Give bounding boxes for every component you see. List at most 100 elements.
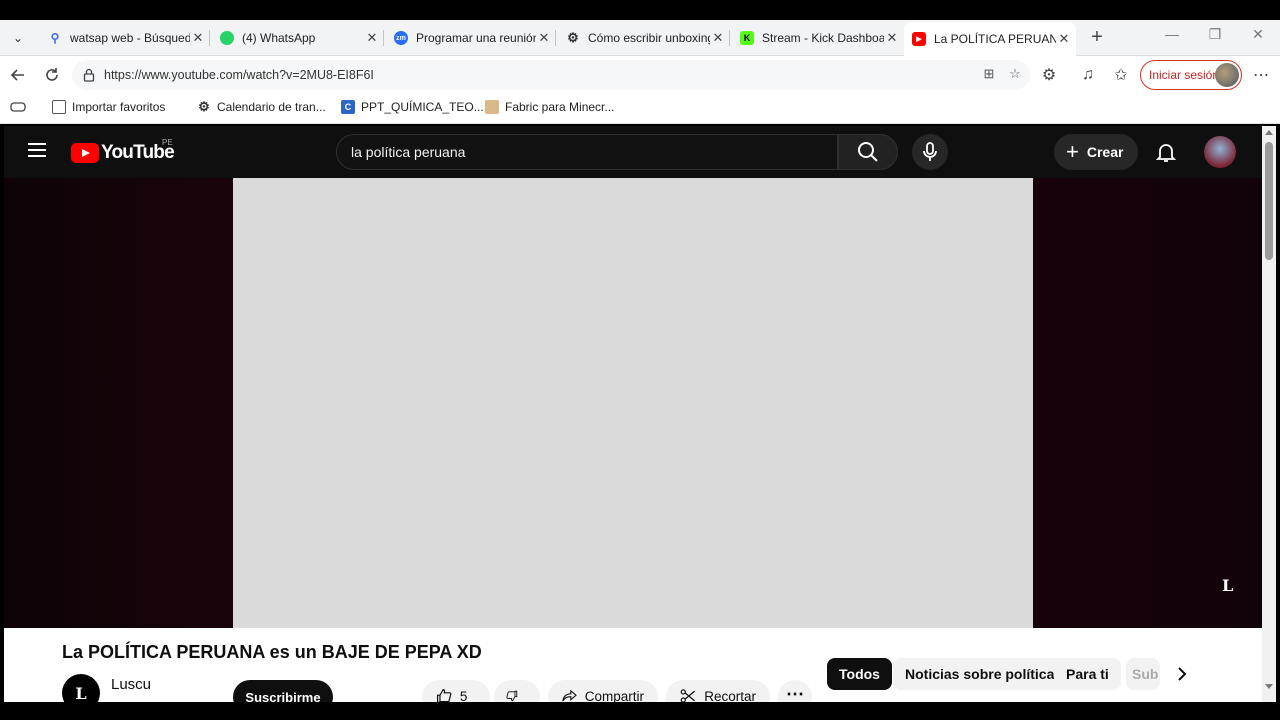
- share-icon: [562, 689, 577, 702]
- back-icon[interactable]: [7, 64, 29, 86]
- lock-icon[interactable]: [82, 68, 96, 82]
- chip-label: Noticias sobre política: [905, 666, 1055, 682]
- scroll-down-icon[interactable]: [1265, 684, 1273, 689]
- close-tab-icon[interactable]: ✕: [190, 30, 206, 46]
- reload-icon[interactable]: [41, 64, 63, 86]
- like-count: 5 K: [459, 689, 468, 702]
- tab-kick[interactable]: K Stream - Kick Dashboard ✕: [732, 24, 904, 52]
- channel-name[interactable]: Luscu: [111, 676, 151, 693]
- openai-icon: ⚙: [198, 99, 210, 114]
- channel-watermark[interactable]: L: [1222, 576, 1233, 595]
- chip-label: Todos: [839, 666, 880, 682]
- voice-search-button[interactable]: [912, 134, 948, 170]
- sign-in-button[interactable]: Iniciar sesión: [1140, 60, 1242, 90]
- bookmark-fabric[interactable]: Fabric para Minecr...: [485, 100, 614, 114]
- video-title: La POLÍTICA PERUANA es un BAJE DE PEPA X…: [62, 642, 482, 662]
- bookmark-label: Importar favoritos: [72, 100, 166, 114]
- tab-title: (4) WhatsApp: [242, 31, 316, 45]
- share-button[interactable]: Compartir: [548, 680, 658, 702]
- browser-window: ⌄ ⚲ watsap web - Búsqueda ✕ (4) WhatsApp…: [0, 0, 1280, 720]
- zoom-icon: zm: [394, 31, 408, 45]
- channel-avatar[interactable]: L: [62, 674, 100, 702]
- tab-title: watsap web - Búsqueda: [70, 31, 190, 45]
- search-input[interactable]: la política peruana: [336, 134, 838, 170]
- search-button[interactable]: [838, 134, 898, 170]
- youtube-icon: ▶: [912, 32, 926, 46]
- create-button[interactable]: + Crear: [1054, 134, 1138, 170]
- scissors-icon: [680, 689, 696, 702]
- chip-label: Sub: [1132, 666, 1159, 682]
- video-info-panel: La POLÍTICA PERUANA es un BAJE DE PEPA X…: [4, 628, 1262, 702]
- address-url[interactable]: https://www.youtube.com/watch?v=2MU8-EI8…: [104, 68, 374, 82]
- search-icon: ⚲: [50, 31, 60, 45]
- chevron-right-icon[interactable]: [1174, 666, 1190, 682]
- dislike-button[interactable]: [494, 680, 540, 702]
- bookmarks-menu-icon[interactable]: [10, 100, 26, 114]
- tab-list-dropdown-icon[interactable]: ⌄: [8, 28, 28, 48]
- scrollbar-thumb[interactable]: [1265, 142, 1273, 260]
- bookmarks-bar: Importar favoritos ⚙ Calendario de tran.…: [0, 94, 1280, 124]
- search-query[interactable]: la política peruana: [351, 144, 465, 160]
- minimize-icon[interactable]: —: [1160, 26, 1184, 42]
- chip-label: Para ti: [1066, 666, 1109, 682]
- app-available-icon[interactable]: ⊞: [980, 66, 998, 84]
- browser-toolbar: https://www.youtube.com/watch?v=2MU8-EI8…: [0, 56, 1280, 94]
- close-tab-icon[interactable]: ✕: [1056, 31, 1072, 47]
- more-actions-icon[interactable]: ⋯: [778, 680, 812, 702]
- notifications-bell-icon[interactable]: [1154, 140, 1178, 164]
- favorites-icon[interactable]: ✩: [1110, 64, 1132, 86]
- bookmark-label: Calendario de tran...: [217, 100, 326, 114]
- extensions-icon[interactable]: ⚙: [1038, 64, 1060, 86]
- search-icon: [858, 142, 878, 162]
- close-tab-icon[interactable]: ✕: [364, 30, 380, 46]
- subscribe-label: Suscribirme: [245, 690, 321, 702]
- tab-chatgpt[interactable]: ⚙ Cómo escribir unboxing ✕: [558, 24, 730, 52]
- like-button[interactable]: 5 K: [422, 680, 490, 702]
- share-label: Compartir: [584, 689, 644, 702]
- youtube-page: YouTube PE la política peruana + Crear L: [4, 126, 1276, 702]
- bookmark-ppt[interactable]: C PPT_QUÍMICA_TEO...: [341, 100, 484, 114]
- bookmark-calendario[interactable]: ⚙ Calendario de tran...: [197, 99, 326, 114]
- tab-whatsapp[interactable]: (4) WhatsApp ✕: [212, 24, 384, 52]
- tab-title: Stream - Kick Dashboard: [762, 31, 884, 45]
- close-window-icon[interactable]: ✕: [1246, 26, 1270, 43]
- import-icon: [52, 100, 66, 114]
- sign-in-label: Iniciar sesión: [1149, 68, 1220, 82]
- clip-label: Recortar: [704, 689, 756, 702]
- address-bar[interactable]: https://www.youtube.com/watch?v=2MU8-EI8…: [72, 60, 1030, 90]
- tab-watsap-search[interactable]: ⚲ watsap web - Búsqueda ✕: [40, 24, 210, 52]
- tab-title: La POLÍTICA PERUANA es: [934, 32, 1056, 46]
- clip-button[interactable]: Recortar: [666, 680, 770, 702]
- close-tab-icon[interactable]: ✕: [884, 30, 900, 46]
- profile-avatar: [1215, 63, 1239, 87]
- subscribe-button[interactable]: Suscribirme: [233, 680, 333, 702]
- browser-essentials-icon[interactable]: ♫: [1077, 64, 1099, 86]
- account-avatar[interactable]: [1204, 136, 1236, 168]
- bookmark-label: Fabric para Minecr...: [505, 100, 615, 114]
- openai-icon: ⚙: [567, 30, 579, 45]
- menu-icon[interactable]: [28, 143, 46, 157]
- restore-icon[interactable]: ❐: [1203, 26, 1227, 43]
- new-tab-icon[interactable]: +: [1086, 26, 1108, 48]
- thumbs-up-icon: [436, 689, 452, 702]
- video-player[interactable]: [233, 178, 1033, 628]
- page-scrollbar[interactable]: [1262, 126, 1276, 702]
- more-menu-icon[interactable]: ⋯: [1250, 64, 1272, 86]
- scroll-up-icon[interactable]: [1265, 130, 1273, 135]
- close-tab-icon[interactable]: ✕: [536, 30, 552, 46]
- bookmark-import[interactable]: Importar favoritos: [52, 100, 165, 114]
- youtube-logo[interactable]: YouTube PE: [71, 138, 175, 164]
- chip-politics-news[interactable]: Noticias sobre política: [893, 658, 1067, 690]
- fabric-icon: [485, 100, 499, 114]
- tab-title: Cómo escribir unboxing: [588, 31, 710, 45]
- close-tab-icon[interactable]: ✕: [710, 30, 726, 46]
- favorite-star-icon[interactable]: ☆: [1006, 66, 1024, 84]
- chip-for-you[interactable]: Para ti: [1054, 658, 1121, 690]
- country-code: PE: [162, 138, 173, 147]
- tab-youtube-active[interactable]: ▶ La POLÍTICA PERUANA es ✕: [904, 22, 1076, 56]
- chip-all[interactable]: Todos: [827, 658, 892, 690]
- chip-sub[interactable]: Sub: [1126, 658, 1160, 690]
- bookmark-label: PPT_QUÍMICA_TEO...: [361, 100, 484, 114]
- tab-zoom[interactable]: zm Programar una reunión ✕: [386, 24, 556, 52]
- kick-icon: K: [740, 31, 754, 45]
